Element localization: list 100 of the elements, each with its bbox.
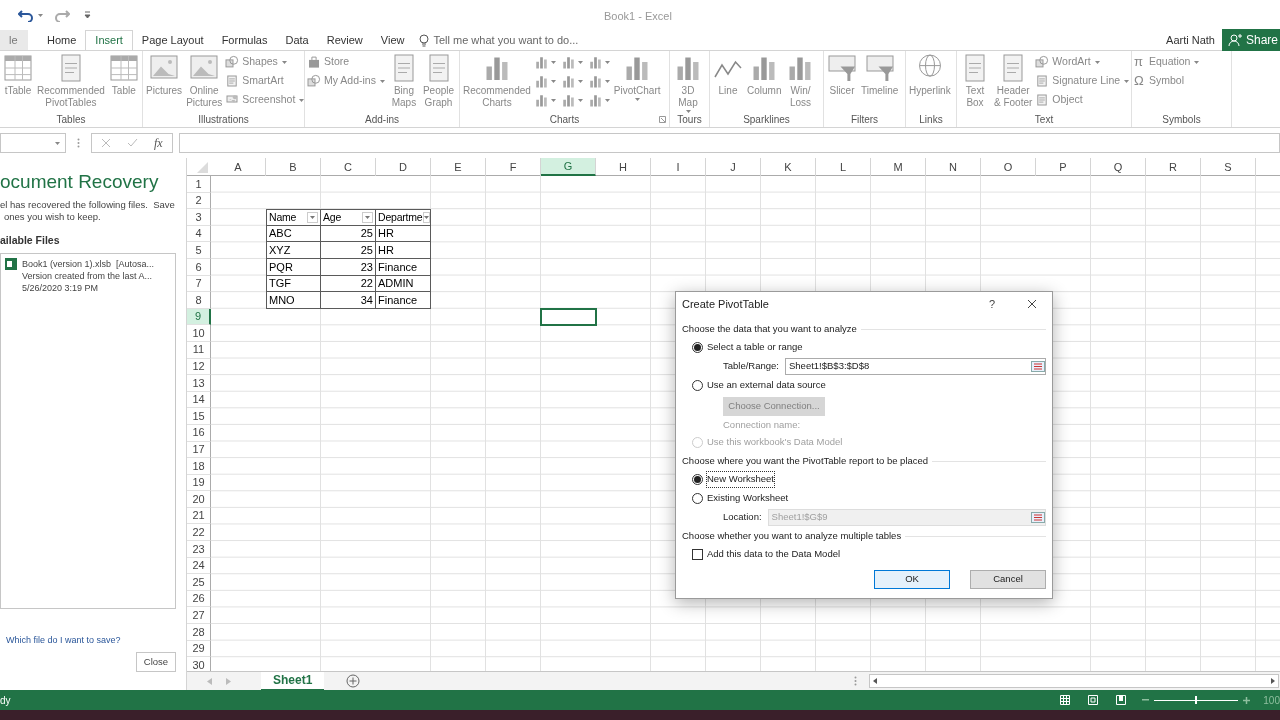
radio-button[interactable] <box>692 380 703 391</box>
heading-letter[interactable]: G <box>541 158 596 176</box>
ribbon-command[interactable]: Hyperlink <box>908 53 952 97</box>
chart-type-button[interactable] <box>587 74 611 89</box>
checkbox[interactable] <box>692 549 703 560</box>
heading-letter[interactable]: R <box>1146 158 1201 176</box>
chart-type-button[interactable] <box>587 55 611 70</box>
heading-letter[interactable]: H <box>596 158 651 176</box>
page-break-view-icon[interactable] <box>1116 695 1127 705</box>
zoom-slider[interactable] <box>1154 696 1239 704</box>
row-number[interactable]: 30 <box>187 657 211 671</box>
page-layout-view-icon[interactable] <box>1088 695 1099 705</box>
row-number[interactable]: 18 <box>187 458 211 475</box>
row-number[interactable]: 20 <box>187 491 211 508</box>
ribbon-command[interactable]: Ω Symbol <box>1134 73 1201 89</box>
ribbon-tab[interactable]: Data <box>276 30 318 50</box>
filter-dropdown-button[interactable] <box>307 212 318 223</box>
heading-letter[interactable]: K <box>761 158 816 176</box>
undo-icon[interactable] <box>18 8 34 22</box>
row-number[interactable]: 10 <box>187 325 211 342</box>
ribbon-command[interactable]: Signature Line <box>1035 73 1131 89</box>
heading-letter[interactable]: I <box>651 158 706 176</box>
ribbon-tab[interactable]: Insert <box>85 30 133 50</box>
ribbon-tab[interactable]: Review <box>317 30 372 50</box>
normal-view-icon[interactable] <box>1060 695 1071 705</box>
text-field[interactable]: Sheet1!$B$3:$D$8 <box>785 358 1046 375</box>
row-number[interactable]: 22 <box>187 524 211 542</box>
heading-letter[interactable]: M <box>871 158 926 176</box>
ribbon-tab[interactable]: Page Layout <box>132 30 213 50</box>
name-box[interactable] <box>0 133 66 153</box>
redo-icon[interactable] <box>54 8 70 22</box>
add-sheet-icon[interactable] <box>346 674 361 688</box>
heading-letter[interactable]: J <box>706 158 761 176</box>
radio-button[interactable] <box>692 474 703 485</box>
ribbon-command[interactable]: Column <box>746 53 783 97</box>
chart-type-button[interactable] <box>560 74 584 89</box>
heading-letter[interactable]: L <box>816 158 871 176</box>
heading-letter[interactable]: P <box>1036 158 1091 176</box>
heading-letter[interactable]: E <box>431 158 486 176</box>
row-number[interactable]: 25 <box>187 574 211 591</box>
row-number[interactable]: 5 <box>187 242 211 259</box>
ribbon-command[interactable]: Object <box>1035 92 1131 108</box>
ribbon-command[interactable]: Table <box>107 53 140 97</box>
chart-type-button[interactable] <box>560 55 584 70</box>
heading-letter[interactable]: A <box>211 158 266 176</box>
selected-cell[interactable] <box>540 307 597 327</box>
row-number[interactable]: 27 <box>187 607 211 625</box>
caret-icon[interactable] <box>37 12 44 18</box>
heading-letter[interactable]: S <box>1201 158 1256 176</box>
ribbon-command[interactable]: People Graph <box>421 53 456 109</box>
zoom-in-icon[interactable] <box>1243 696 1251 704</box>
horizontal-scrollbar[interactable] <box>869 674 1279 688</box>
dialog-button[interactable]: Cancel <box>970 570 1046 589</box>
insert-function-button[interactable]: fx <box>154 134 163 152</box>
collapse-dialog-icon[interactable] <box>1031 361 1045 372</box>
ribbon-command[interactable]: Line <box>712 53 744 97</box>
ribbon-tab[interactable]: Home <box>38 30 86 50</box>
tell-me-field[interactable]: Tell me what you want to do... <box>419 30 579 50</box>
close-button[interactable]: Close <box>136 652 176 672</box>
ribbon-command[interactable]: Bing Maps <box>387 53 420 109</box>
chart-type-button[interactable] <box>560 93 584 108</box>
ribbon-tab[interactable]: View <box>371 30 414 50</box>
row-number[interactable]: 15 <box>187 408 211 425</box>
formula-input[interactable] <box>178 133 1280 153</box>
row-number[interactable]: 23 <box>187 541 211 558</box>
ribbon-command[interactable]: tTable <box>2 53 34 97</box>
dialog-button[interactable]: OK <box>874 570 950 589</box>
ribbon-command[interactable]: WordArt <box>1035 54 1131 70</box>
scroll-left-icon[interactable] <box>207 677 212 685</box>
heading-letter[interactable]: N <box>926 158 981 176</box>
chart-type-button[interactable] <box>587 93 611 108</box>
slider-thumb[interactable] <box>1195 696 1198 704</box>
ribbon-command[interactable]: My Add-ins <box>307 73 386 89</box>
cancel-icon[interactable] <box>101 138 111 148</box>
ribbon-command[interactable]: Online Pictures <box>185 53 224 109</box>
heading-letter[interactable]: Q <box>1091 158 1146 176</box>
chart-type-button[interactable] <box>533 74 557 89</box>
ribbon-command[interactable]: Timeline <box>860 53 900 97</box>
ribbon-command[interactable]: PivotChart <box>612 53 662 102</box>
help-link[interactable]: Which file do I want to save? <box>0 633 176 647</box>
ribbon-tab[interactable]: Formulas <box>212 30 277 50</box>
row-number[interactable]: 1 <box>187 176 211 193</box>
filter-dropdown-button[interactable] <box>362 212 373 223</box>
sheet-tab[interactable]: Sheet1 <box>261 671 325 691</box>
dialog-launcher-icon[interactable] <box>659 116 666 123</box>
close-icon[interactable] <box>1027 299 1037 309</box>
row-number[interactable]: 3 <box>187 209 211 226</box>
heading-letter[interactable]: C <box>321 158 376 176</box>
ribbon-command[interactable]: Screenshot <box>225 92 304 108</box>
ribbon-command[interactable]: π Equation <box>1134 54 1201 70</box>
ribbon-command[interactable]: Win/ Loss <box>784 53 817 109</box>
ribbon-command[interactable]: SmartArt <box>225 73 304 89</box>
ribbon-command[interactable]: Header & Footer <box>993 53 1034 109</box>
chart-type-button[interactable] <box>533 55 557 70</box>
row-number[interactable]: 28 <box>187 624 211 641</box>
scroll-right-icon[interactable] <box>226 677 231 685</box>
share-button[interactable]: Share <box>1221 29 1280 51</box>
customize-icon[interactable] <box>84 11 91 19</box>
ribbon-command[interactable]: Text Box <box>959 53 991 109</box>
ribbon-tab[interactable]: le <box>0 30 28 50</box>
